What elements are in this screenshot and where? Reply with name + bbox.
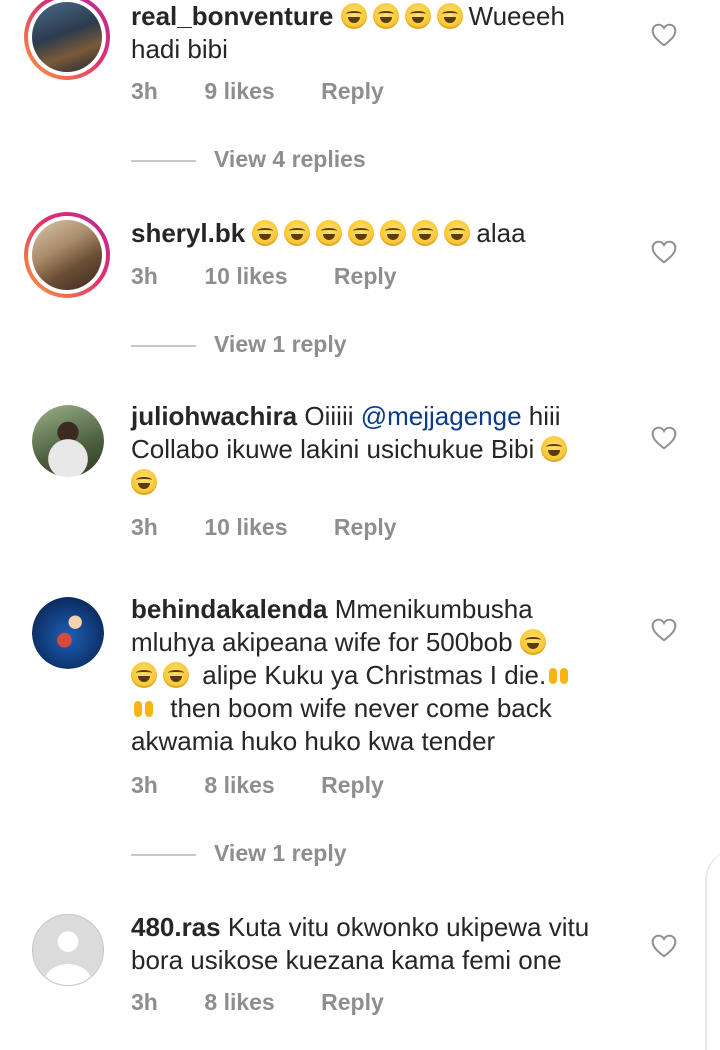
username[interactable]: behindakalenda bbox=[131, 594, 328, 624]
likes-count[interactable]: 10 likes bbox=[204, 263, 287, 289]
laugh-icon bbox=[252, 218, 476, 248]
reply-button[interactable]: Reply bbox=[321, 78, 384, 104]
heart-outline-icon[interactable] bbox=[651, 934, 677, 958]
username[interactable]: real_bonventure bbox=[131, 1, 333, 31]
view-replies-button[interactable]: View 4 replies bbox=[131, 146, 366, 176]
avatar-behindakalenda[interactable] bbox=[32, 597, 104, 669]
comment-meta: 3h 8 likes Reply bbox=[131, 989, 424, 1016]
laugh-icon bbox=[340, 1, 469, 31]
laugh-icon bbox=[131, 467, 163, 497]
view-replies-label: View 4 replies bbox=[214, 146, 366, 172]
comment-text-b: alipe Kuku ya Christmas I die. bbox=[202, 660, 547, 690]
likes-count[interactable]: 9 likes bbox=[204, 78, 274, 104]
view-replies-label: View 1 reply bbox=[214, 331, 347, 357]
likes-count[interactable]: 10 likes bbox=[204, 514, 287, 540]
comment-body: real_bonventure Wueeeh hadi bibi bbox=[131, 0, 621, 66]
comment-body: sheryl.bk alaa bbox=[131, 217, 621, 250]
timestamp: 3h bbox=[131, 263, 158, 289]
reply-button[interactable]: Reply bbox=[321, 772, 384, 798]
username[interactable]: sheryl.bk bbox=[131, 218, 245, 248]
laugh-icon bbox=[519, 627, 552, 657]
scroll-edge bbox=[705, 850, 720, 1050]
comment-body: 480.ras Kuta vitu okwonko ukipewa vitu b… bbox=[131, 911, 621, 977]
divider bbox=[131, 159, 196, 162]
timestamp: 3h bbox=[131, 989, 158, 1015]
mention-link[interactable]: @mejjagenge bbox=[361, 401, 522, 431]
timestamp: 3h bbox=[131, 514, 158, 540]
comment-text-a: Oiiiii bbox=[304, 401, 354, 431]
reply-button[interactable]: Reply bbox=[334, 514, 397, 540]
avatar-480-ras[interactable] bbox=[32, 914, 104, 986]
raising-hands-icon bbox=[546, 660, 578, 690]
comment-body: juliohwachira Oiiiii @mejjagenge hiii Co… bbox=[131, 400, 621, 499]
view-replies-label: View 1 reply bbox=[214, 840, 347, 866]
raising-hands-icon bbox=[131, 693, 163, 723]
comment-meta: 3h 10 likes Reply bbox=[131, 263, 437, 290]
username[interactable]: 480.ras bbox=[131, 912, 221, 942]
comment-body: behindakalenda Mmenikumbusha mluhya akip… bbox=[131, 593, 621, 758]
timestamp: 3h bbox=[131, 772, 158, 798]
heart-outline-icon[interactable] bbox=[651, 240, 677, 264]
reply-button[interactable]: Reply bbox=[334, 263, 397, 289]
timestamp: 3h bbox=[131, 78, 158, 104]
heart-outline-icon[interactable] bbox=[651, 618, 677, 642]
reply-button[interactable]: Reply bbox=[321, 989, 384, 1015]
default-avatar-icon bbox=[33, 915, 103, 985]
comment-meta: 3h 10 likes Reply bbox=[131, 514, 437, 541]
laugh-icon bbox=[541, 434, 573, 464]
comment-meta: 3h 8 likes Reply bbox=[131, 772, 424, 799]
comment-text-c: then boom wife never come back akwamia h… bbox=[131, 693, 552, 756]
heart-outline-icon[interactable] bbox=[651, 23, 677, 47]
comment-text: alaa bbox=[476, 218, 526, 248]
heart-outline-icon[interactable] bbox=[651, 426, 677, 450]
view-replies-button[interactable]: View 1 reply bbox=[131, 840, 347, 870]
username[interactable]: juliohwachira bbox=[131, 401, 297, 431]
comment-meta: 3h 9 likes Reply bbox=[131, 78, 424, 105]
view-replies-button[interactable]: View 1 reply bbox=[131, 331, 347, 361]
avatar-real-bonventure[interactable] bbox=[24, 0, 110, 80]
divider bbox=[131, 344, 196, 347]
likes-count[interactable]: 8 likes bbox=[204, 989, 274, 1015]
laugh-icon bbox=[131, 660, 195, 690]
likes-count[interactable]: 8 likes bbox=[204, 772, 274, 798]
avatar-sheryl-bk[interactable] bbox=[24, 212, 110, 298]
divider bbox=[131, 853, 196, 856]
avatar-juliohwachira[interactable] bbox=[32, 405, 104, 477]
